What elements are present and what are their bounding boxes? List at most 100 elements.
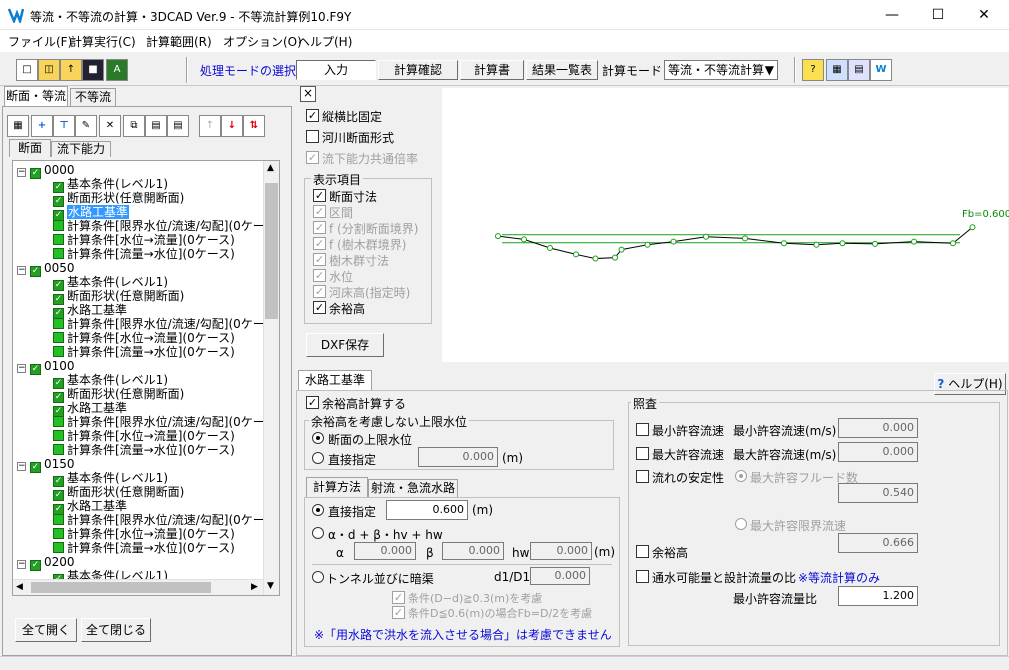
tree-node-item[interactable]: 計算条件[水位→流量](0ケース) — [53, 331, 235, 345]
open-folder-icon[interactable]: ◫ — [38, 59, 60, 81]
scroll-down-icon[interactable]: ▼ — [267, 581, 274, 591]
dxf-save-button[interactable]: DXF保存 — [306, 333, 384, 357]
collapse-icon[interactable]: − — [17, 364, 26, 373]
save-icon[interactable]: ■ — [82, 59, 104, 81]
formula-radio[interactable] — [312, 527, 324, 539]
tree-node-item[interactable]: ✓基本条件(レベル1) — [53, 275, 168, 291]
collapse-icon[interactable]: − — [17, 266, 26, 275]
tree-node-item[interactable]: 計算条件[限界水位/流速/勾配](0ケー — [53, 317, 265, 331]
check-icon[interactable]: ✓ — [30, 266, 41, 277]
tree-node-item[interactable]: 計算条件[水位→流量](0ケース) — [53, 527, 235, 541]
tab-section-uniform[interactable]: 断面・等流 — [4, 86, 68, 106]
max-vel-checkbox[interactable] — [636, 447, 649, 460]
tab-nonuniform[interactable]: 不等流 — [70, 88, 116, 106]
hw-input[interactable]: 0.000 — [530, 542, 592, 560]
menu-help[interactable]: ヘルプ(H) — [298, 33, 352, 50]
export-icon[interactable]: A — [106, 59, 128, 81]
display-item-checkbox[interactable]: ✓ — [313, 237, 326, 250]
empty-box-icon[interactable] — [53, 444, 64, 455]
logo-icon[interactable]: W — [870, 59, 892, 81]
edit-icon[interactable]: ✎ — [75, 115, 97, 137]
swap-icon[interactable]: ⇅ — [243, 115, 265, 137]
empty-box-icon[interactable] — [53, 542, 64, 553]
close-display-button[interactable]: × — [300, 86, 316, 102]
empty-box-icon[interactable] — [53, 220, 64, 231]
tree-scrollbar[interactable]: ▲ ▼ — [263, 161, 279, 595]
empty-box-icon[interactable] — [53, 346, 64, 357]
empty-box-icon[interactable] — [53, 528, 64, 539]
close-window-button[interactable]: ✕ — [961, 0, 1007, 30]
tree-node-item[interactable]: 計算条件[流量→水位](0ケース) — [53, 541, 235, 555]
display-item-checkbox[interactable]: ✓ — [313, 221, 326, 234]
tree-hscrollbar[interactable]: ◀ ▶ — [13, 579, 263, 595]
delete-icon[interactable]: ✕ — [99, 115, 121, 137]
move-down-icon[interactable]: ↓ — [221, 115, 243, 137]
mode-check-button[interactable]: 計算確認 — [378, 60, 458, 80]
empty-box-icon[interactable] — [53, 514, 64, 525]
direct-input[interactable]: 0.600 — [386, 500, 468, 520]
empty-box-icon[interactable] — [53, 234, 64, 245]
crit-input[interactable]: 0.666 — [838, 533, 918, 553]
cond2-checkbox[interactable]: ✓ — [392, 606, 405, 619]
tree-node-section[interactable]: − ✓ 0200 — [17, 555, 75, 571]
tree-node-item[interactable]: ✓基本条件(レベル1) — [53, 471, 168, 487]
maximize-button[interactable]: ☐ — [915, 0, 961, 30]
check-icon[interactable]: ✓ — [30, 560, 41, 571]
tree-node-item[interactable]: ✓ 水路工基準 — [53, 303, 127, 319]
tree-node-item[interactable]: 計算条件[限界水位/流速/勾配](0ケー — [53, 219, 265, 233]
tree-node-item[interactable]: ✓断面形状(任意開断面) — [53, 387, 184, 403]
tab-supercritical[interactable]: 射流・急流水路 — [368, 479, 458, 497]
min-vel-input[interactable]: 0.000 — [838, 418, 918, 438]
scroll-up-icon[interactable]: ▲ — [267, 163, 274, 173]
tree-node-item[interactable]: ✓ 水路工基準 — [53, 401, 127, 417]
help-icon[interactable]: ? — [802, 59, 824, 81]
hscroll-thumb[interactable] — [31, 582, 211, 593]
window-icon[interactable]: ▤ — [848, 59, 870, 81]
max-vel-input[interactable]: 0.000 — [838, 442, 918, 462]
crit-radio[interactable] — [735, 518, 747, 530]
min-vel-checkbox[interactable] — [636, 423, 649, 436]
paste-icon[interactable]: ▤ — [145, 115, 167, 137]
min-ratio-input[interactable]: 1.200 — [838, 586, 918, 606]
check-icon[interactable]: ✓ — [30, 364, 41, 375]
river-shape-checkbox[interactable] — [306, 130, 319, 143]
tree-node-section[interactable]: − ✓ 0100 — [17, 359, 75, 375]
new-file-icon[interactable]: □ — [16, 59, 38, 81]
menu-file[interactable]: ファイル(F) — [8, 33, 72, 50]
menu-calc-range[interactable]: 計算範囲(R) — [146, 33, 212, 50]
mode-input-button[interactable]: 入力 — [296, 60, 376, 80]
empty-box-icon[interactable] — [53, 332, 64, 343]
display-item-checkbox[interactable]: ✓ — [313, 205, 326, 218]
tree-node-item[interactable]: ✓断面形状(任意開断面) — [53, 289, 184, 305]
tree-node-item[interactable]: 計算条件[限界水位/流速/勾配](0ケー — [53, 513, 265, 527]
minimize-button[interactable]: — — [869, 0, 915, 30]
tree-node-section[interactable]: − ✓ 0000 — [17, 163, 75, 179]
tree-node-item[interactable]: 計算条件[流量→水位](0ケース) — [53, 443, 235, 457]
tree-node-item[interactable]: ✓基本条件(レベル1) — [53, 373, 168, 389]
d1d1-input[interactable]: 0.000 — [530, 567, 590, 585]
scroll-left-icon[interactable]: ◀ — [16, 582, 23, 592]
section-tree[interactable]: − ✓ 0000 ✓ 基本条件(レベル1) ✓ 断面形状(任意開断面) ✓ 水路工基準 計算条件[… — [12, 160, 280, 596]
collapse-icon[interactable]: − — [17, 560, 26, 569]
upper-section-radio[interactable] — [312, 432, 324, 444]
tree-node-item[interactable]: 計算条件[流量→水位](0ケース) — [53, 345, 235, 359]
tree-node-item[interactable]: ✓基本条件(レベル1) — [53, 177, 168, 193]
display-item-checkbox[interactable]: ✓ — [313, 269, 326, 282]
tree-node-item[interactable]: 計算条件[限界水位/流速/勾配](0ケー — [53, 415, 265, 429]
tree-node-item[interactable]: 計算条件[水位→流量](0ケース) — [53, 233, 235, 247]
tree-node-item[interactable]: ✓ 水路工基準 — [53, 205, 130, 221]
empty-box-icon[interactable] — [53, 318, 64, 329]
froude-input[interactable]: 0.540 — [838, 483, 918, 503]
tree-node-section[interactable]: − ✓ 0050 — [17, 261, 75, 277]
tree-node-item[interactable]: 計算条件[流量→水位](0ケース) — [53, 247, 235, 261]
collapse-icon[interactable]: − — [17, 168, 26, 177]
cond1-checkbox[interactable]: ✓ — [392, 591, 405, 604]
copy-icon[interactable]: ⧉ — [123, 115, 145, 137]
book-icon[interactable]: ▦ — [826, 59, 848, 81]
table-icon[interactable]: ▦ — [7, 115, 29, 137]
add-icon[interactable]: + — [31, 115, 53, 137]
calc-mode-select[interactable]: 等流・不等流計算 ▼ — [664, 60, 778, 80]
empty-box-icon[interactable] — [53, 248, 64, 259]
check-icon[interactable]: ✓ — [30, 462, 41, 473]
menu-option[interactable]: オプション(O) — [223, 33, 302, 50]
